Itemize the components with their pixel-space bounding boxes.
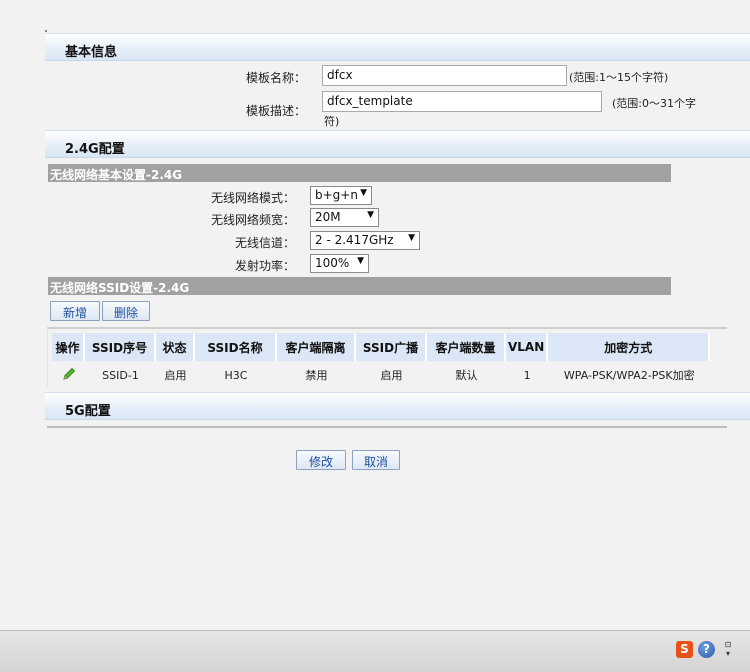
- section-title-basic: 基本信息: [65, 45, 118, 60]
- col-header-action: 操作: [52, 333, 85, 361]
- cell-client-isolation: 禁用: [305, 369, 328, 382]
- template-desc-hint-cont: 符): [324, 115, 340, 128]
- template-name-label: 模板名称：: [245, 71, 306, 85]
- cell-ssid-broadcast: 启用: [380, 369, 403, 382]
- ssid-table: 操作 SSID序号 状态 SSID名称 客户端隔离 SSID广播 客户端数量 V…: [52, 333, 711, 389]
- col-header-encryption: 加密方式: [548, 333, 711, 361]
- ssid-settings-bar: 无线网络SSID设置-2.4G: [48, 277, 671, 295]
- bottom-status-bar: [0, 630, 750, 672]
- section-header-2g[interactable]: 2.4G配置: [45, 130, 750, 158]
- sogou-ime-icon[interactable]: S: [676, 641, 693, 658]
- dropdown-arrow-icon: ▼: [408, 233, 415, 243]
- section-header-5g[interactable]: 5G配置: [45, 392, 750, 420]
- cell-encryption: WPA-PSK/WPA2-PSK加密: [563, 369, 695, 382]
- col-header-vlan: VLAN: [506, 333, 549, 361]
- wireless-bandwidth-select[interactable]: 20M ▼: [310, 208, 379, 227]
- delete-ssid-button[interactable]: 删除: [102, 301, 150, 321]
- section-header-basic: 基本信息: [45, 33, 750, 61]
- cell-ssid-name: H3C: [224, 368, 248, 382]
- col-header-client-isolation: 客户端隔离: [277, 333, 356, 361]
- edit-cell: [52, 361, 85, 389]
- wireless-channel-select[interactable]: 2 - 2.417GHz ▼: [310, 231, 420, 250]
- cell-status: 启用: [164, 369, 187, 382]
- wireless-channel-label: 无线信道：: [234, 236, 295, 250]
- col-header-client-count: 客户端数量: [427, 333, 506, 361]
- col-header-status: 状态: [156, 333, 195, 361]
- template-name-input[interactable]: dfcx: [322, 65, 567, 86]
- table-row: SSID-1 启用 H3C 禁用 启用 默认 1 WPA-PSK/WPA2-PS…: [52, 361, 710, 389]
- dropdown-arrow-icon: ▼: [360, 188, 367, 198]
- wireless-channel-value: 2 - 2.417GHz: [315, 233, 394, 247]
- col-header-ssid-broadcast: SSID广播: [356, 333, 427, 361]
- col-header-ssid-name: SSID名称: [195, 333, 277, 361]
- wireless-mode-value: b+g+n: [315, 188, 358, 202]
- section-divider: [47, 426, 727, 428]
- section-title-5g: 5G配置: [65, 404, 111, 419]
- wireless-basic-bar: 无线网络基本设置-2.4G: [48, 164, 671, 182]
- template-desc-label: 模板描述：: [245, 104, 306, 118]
- dropdown-arrow-icon: ▼: [357, 256, 364, 266]
- tx-power-value: 100%: [315, 256, 350, 270]
- template-name-hint: (范围:1～15个字符): [569, 71, 669, 84]
- cell-vlan: 1: [523, 368, 531, 382]
- add-ssid-button[interactable]: 新增: [50, 301, 100, 321]
- dropdown-arrow-icon: ▼: [367, 210, 374, 220]
- corner-marker: [45, 30, 47, 32]
- help-icon[interactable]: ?: [698, 641, 715, 658]
- cell-client-count: 默认: [455, 369, 478, 382]
- wireless-bandwidth-label: 无线网络频宽：: [210, 213, 295, 227]
- wireless-bandwidth-value: 20M: [315, 210, 341, 224]
- wireless-mode-label: 无线网络模式：: [210, 191, 295, 205]
- template-desc-input[interactable]: dfcx_template: [322, 91, 602, 112]
- cancel-button[interactable]: 取消: [352, 450, 400, 470]
- cell-ssid-no: SSID-1: [102, 368, 139, 382]
- col-header-ssid-no: SSID序号: [85, 333, 156, 361]
- pencil-icon[interactable]: [61, 366, 77, 382]
- tray-menu-icon[interactable]: ⊡ ▾: [722, 640, 734, 660]
- template-desc-hint: (范围:0～31个字: [612, 97, 696, 110]
- section-title-2g: 2.4G配置: [65, 142, 125, 157]
- ssid-table-header: 操作 SSID序号 状态 SSID名称 客户端隔离 SSID广播 客户端数量 V…: [52, 333, 711, 361]
- tx-power-select[interactable]: 100% ▼: [310, 254, 369, 273]
- tx-power-label: 发射功率：: [234, 259, 295, 273]
- wireless-mode-select[interactable]: b+g+n ▼: [310, 186, 372, 205]
- modify-button[interactable]: 修改: [296, 450, 346, 470]
